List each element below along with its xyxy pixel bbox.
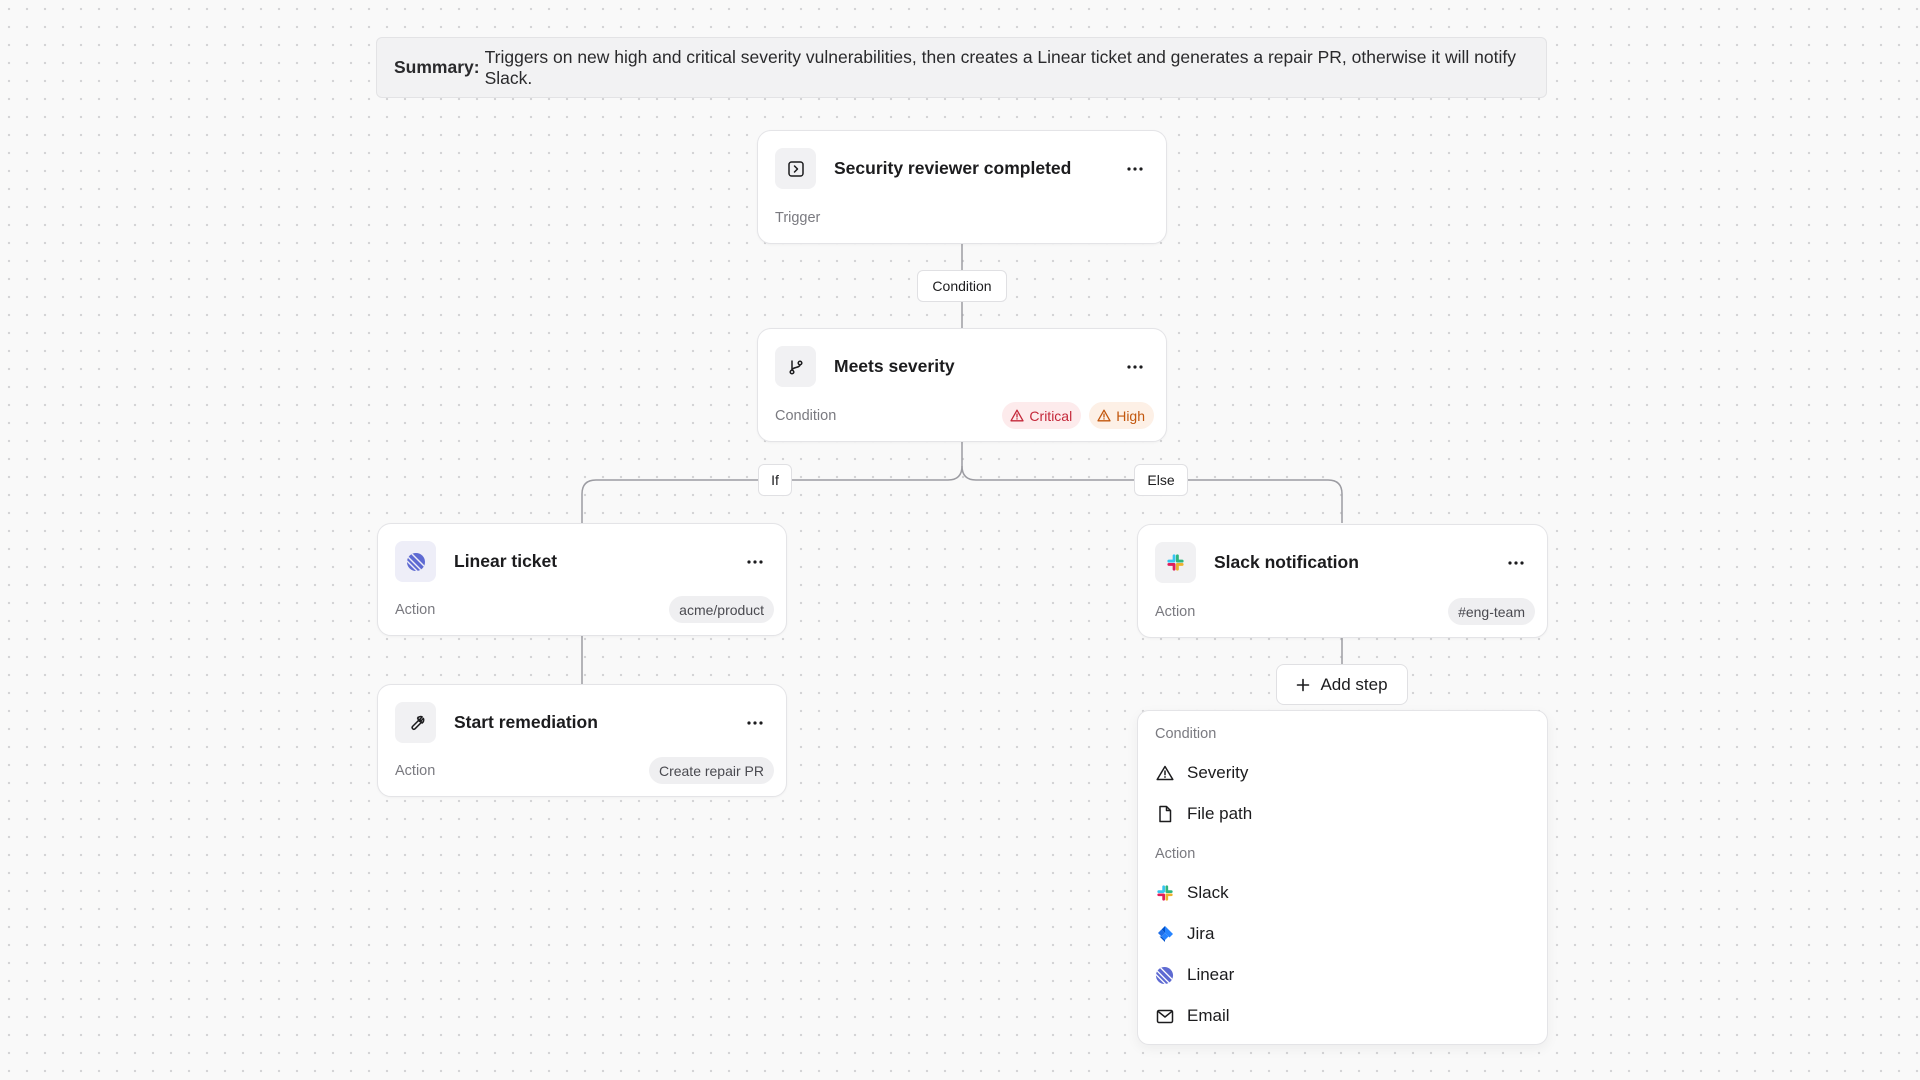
- node-type-label: Action: [395, 762, 436, 779]
- condition-node[interactable]: Meets severity Condition Critical High: [757, 328, 1167, 442]
- node-title: Linear ticket: [454, 551, 558, 571]
- alert-triangle-icon: [1097, 409, 1111, 422]
- slack-icon: [1155, 884, 1174, 903]
- node-title: Security reviewer completed: [834, 158, 1072, 178]
- severity-badge-label: Critical: [1029, 407, 1073, 424]
- connector-label-condition: Condition: [917, 270, 1007, 302]
- linear-icon: [1155, 966, 1174, 985]
- connector-label-else: Else: [1134, 464, 1188, 496]
- severity-badge-high: High: [1089, 402, 1154, 429]
- menu-section-action: Action: [1155, 846, 1196, 862]
- more-options-icon[interactable]: [1121, 353, 1149, 381]
- menu-item-email[interactable]: Email: [1146, 997, 1539, 1035]
- node-title: Meets severity: [834, 356, 955, 376]
- menu-item-linear[interactable]: Linear: [1146, 956, 1539, 994]
- jira-icon: [1155, 925, 1174, 944]
- trigger-node[interactable]: Security reviewer completed Trigger: [757, 130, 1167, 244]
- menu-item-label: Slack: [1187, 883, 1229, 902]
- menu-section-condition: Condition: [1155, 726, 1217, 742]
- menu-item-slack[interactable]: Slack: [1146, 874, 1539, 912]
- node-tag: Create repair PR: [648, 757, 774, 784]
- alert-triangle-icon: [1155, 764, 1174, 783]
- node-type-label: Condition: [775, 407, 837, 424]
- terminal-icon: [775, 148, 816, 189]
- mail-icon: [1155, 1007, 1174, 1026]
- node-type-label: Action: [1155, 603, 1196, 620]
- connector-label-if: If: [758, 464, 792, 496]
- node-title: Start remediation: [454, 712, 598, 732]
- node-tag: acme/product: [669, 596, 774, 623]
- git-branch-icon: [775, 346, 816, 387]
- add-step-label: Add step: [1320, 674, 1388, 694]
- menu-item-label: Linear: [1187, 965, 1235, 984]
- node-title: Slack notification: [1214, 552, 1359, 572]
- node-type-label: Action: [395, 601, 436, 618]
- more-options-icon[interactable]: [741, 548, 769, 576]
- wrench-icon: [395, 702, 436, 743]
- menu-item-file-path[interactable]: File path: [1146, 795, 1539, 833]
- slack-notification-node[interactable]: Slack notification Action #eng-team: [1137, 524, 1548, 638]
- alert-triangle-icon: [1010, 409, 1025, 422]
- menu-item-severity[interactable]: Severity: [1146, 754, 1539, 792]
- node-tag: #eng-team: [1448, 598, 1535, 625]
- more-options-icon[interactable]: [1121, 155, 1149, 183]
- more-options-icon[interactable]: [1502, 549, 1530, 577]
- menu-item-label: Email: [1187, 1006, 1230, 1025]
- menu-item-label: Jira: [1187, 924, 1215, 943]
- menu-item-jira[interactable]: Jira: [1146, 915, 1539, 953]
- add-step-button[interactable]: Add step: [1276, 664, 1408, 705]
- start-remediation-node[interactable]: Start remediation Action Create repair P…: [377, 684, 787, 797]
- add-step-menu: Condition Severity File path Action Slac…: [1137, 710, 1548, 1045]
- plus-icon: [1297, 678, 1310, 691]
- file-icon: [1155, 805, 1174, 824]
- slack-icon: [1155, 542, 1196, 583]
- severity-badge-critical: Critical: [1002, 402, 1082, 429]
- menu-item-label: Severity: [1187, 763, 1249, 782]
- severity-badge-label: High: [1116, 407, 1145, 424]
- node-type-label: Trigger: [775, 209, 821, 226]
- menu-item-label: File path: [1187, 804, 1253, 823]
- linear-ticket-node[interactable]: Linear ticket Action acme/product: [377, 523, 787, 636]
- more-options-icon[interactable]: [741, 709, 769, 737]
- linear-icon: [395, 541, 436, 582]
